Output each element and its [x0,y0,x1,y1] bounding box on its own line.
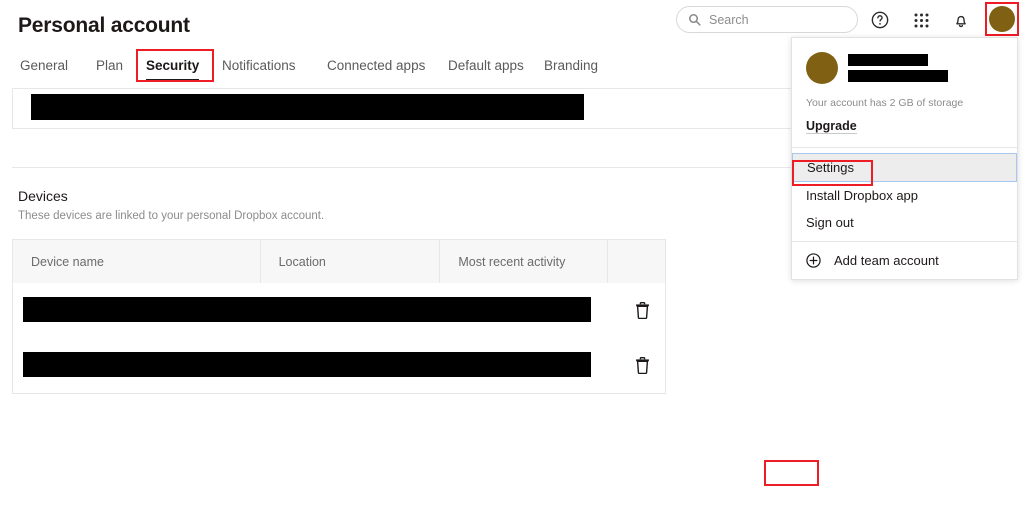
table-row [13,338,665,393]
column-header-actions [608,240,665,283]
account-menu-secondary-group: Add team account [792,242,1017,279]
delete-device-icon[interactable] [631,354,653,376]
column-header-location: Location [261,240,441,283]
search-input[interactable] [709,12,839,27]
redacted-account-email [848,70,948,82]
account-menu: Your account has 2 GB of storage Upgrade… [791,37,1018,280]
redacted-device-name [23,352,591,377]
menu-item-install-dropbox-app[interactable]: Install Dropbox app [792,182,1017,209]
tab-security[interactable]: Security [146,58,200,81]
search-box[interactable] [676,6,858,33]
devices-section-subtitle: These devices are linked to your persona… [18,210,325,222]
tab-connected-apps[interactable]: Connected apps [327,58,425,81]
plus-circle-icon [806,253,821,268]
menu-item-add-team-account[interactable]: Add team account [792,247,1017,274]
redacted-content [31,94,584,120]
storage-text: Your account has 2 GB of storage [806,97,964,109]
account-menu-primary-group: Settings Install Dropbox app Sign out [792,148,1017,241]
app-root: Personal account Search General Plan Sec… [0,0,1024,510]
delete-device-icon[interactable] [631,299,653,321]
devices-table-header: Device name Location Most recent activit… [13,240,665,283]
column-header-device-name: Device name [13,240,261,283]
devices-table: Device name Location Most recent activit… [12,239,666,394]
annotation-box-unlink [764,460,819,486]
account-avatar-large [806,52,838,84]
annotation-box-avatar [985,2,1019,36]
redacted-account-name [848,54,928,66]
tab-notifications[interactable]: Notifications [222,58,296,81]
table-row [13,283,665,338]
page-title: Personal account [18,14,190,37]
account-identity [806,52,1003,84]
menu-item-add-team-account-label: Add team account [834,253,939,268]
devices-section-title: Devices [18,188,68,204]
menu-item-sign-out[interactable]: Sign out [792,209,1017,236]
tab-general[interactable]: General [20,58,68,81]
column-header-most-recent-activity: Most recent activity [440,240,609,283]
account-menu-header: Your account has 2 GB of storage Upgrade [792,38,1017,147]
account-identity-text [848,54,948,82]
tab-branding[interactable]: Branding [544,58,598,81]
tab-plan[interactable]: Plan [96,58,123,81]
help-icon[interactable] [868,8,892,32]
tab-default-apps[interactable]: Default apps [448,58,524,81]
notifications-bell-icon[interactable] [949,8,973,32]
apps-grid-icon[interactable] [909,8,933,32]
redacted-device-name [23,297,591,322]
menu-item-settings[interactable]: Settings [792,153,1017,182]
upgrade-link[interactable]: Upgrade [806,119,857,134]
search-icon [688,13,701,26]
